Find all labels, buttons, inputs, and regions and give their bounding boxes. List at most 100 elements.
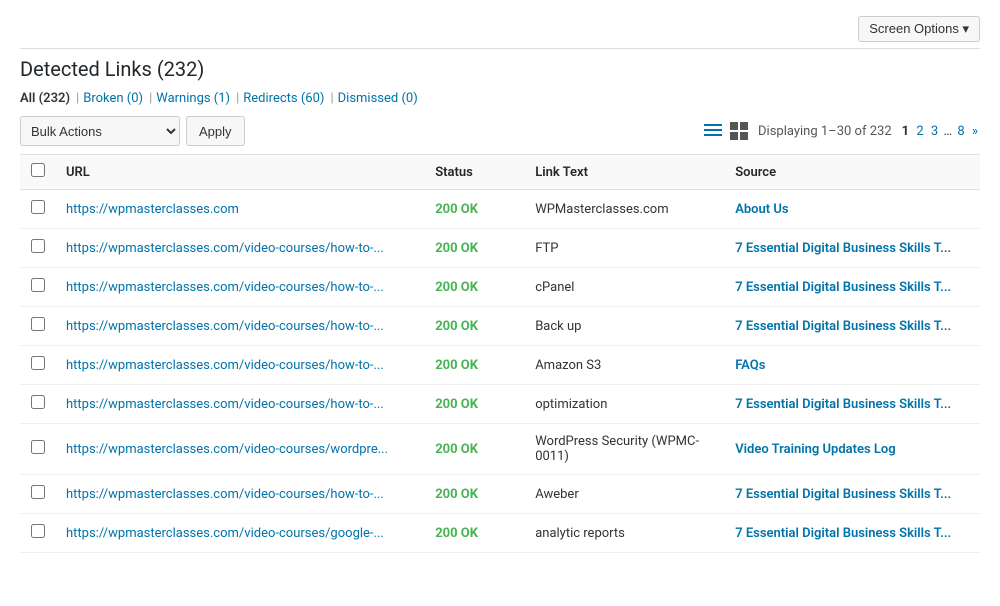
url-link[interactable]: https://wpmasterclasses.com/video-course… xyxy=(66,487,384,502)
grid-view-icon[interactable] xyxy=(728,120,750,142)
row-status-cell: 200 OK xyxy=(425,475,525,514)
row-source-cell: 7 Essential Digital Business Skills T... xyxy=(725,268,980,307)
status-badge: 200 OK xyxy=(435,526,478,541)
page-1-link[interactable]: 1 xyxy=(902,124,909,139)
row-checkbox[interactable] xyxy=(31,440,45,454)
row-checkbox[interactable] xyxy=(31,356,45,370)
row-url-cell: https://wpmasterclasses.com/video-course… xyxy=(56,307,425,346)
source-link[interactable]: 7 Essential Digital Business Skills T... xyxy=(735,526,951,541)
url-link[interactable]: https://wpmasterclasses.com/video-course… xyxy=(66,319,384,334)
source-link[interactable]: FAQs xyxy=(735,358,765,373)
url-link[interactable]: https://wpmasterclasses.com/video-course… xyxy=(66,442,388,457)
pagination-links: 1 2 3 … 8 » xyxy=(900,124,980,139)
source-link[interactable]: About Us xyxy=(735,202,788,217)
row-linktext-cell: Aweber xyxy=(525,475,725,514)
view-icons xyxy=(702,120,750,142)
source-link[interactable]: 7 Essential Digital Business Skills T... xyxy=(735,241,951,256)
bulk-actions-select[interactable]: Bulk Actions Dismiss xyxy=(20,116,180,146)
page-3-link[interactable]: 3 xyxy=(931,124,938,139)
row-url-cell: https://wpmasterclasses.com/video-course… xyxy=(56,346,425,385)
th-linktext: Link Text xyxy=(525,155,725,190)
row-source-cell: About Us xyxy=(725,190,980,229)
row-checkbox-cell xyxy=(20,475,56,514)
source-link[interactable]: 7 Essential Digital Business Skills T... xyxy=(735,397,951,412)
row-checkbox[interactable] xyxy=(31,317,45,331)
row-checkbox[interactable] xyxy=(31,395,45,409)
filter-links: All (232) | Broken (0) | Warnings (1) | … xyxy=(20,91,980,106)
url-link[interactable]: https://wpmasterclasses.com/video-course… xyxy=(66,526,384,541)
row-checkbox[interactable] xyxy=(31,278,45,292)
table-row: https://wpmasterclasses.com/video-course… xyxy=(20,424,980,475)
page-2-link[interactable]: 2 xyxy=(916,124,923,139)
row-source-cell: 7 Essential Digital Business Skills T... xyxy=(725,307,980,346)
row-url-cell: https://wpmasterclasses.com xyxy=(56,190,425,229)
status-badge: 200 OK xyxy=(435,202,478,217)
page-ellipsis: … xyxy=(943,124,952,139)
row-checkbox-cell xyxy=(20,385,56,424)
row-checkbox[interactable] xyxy=(31,524,45,538)
row-linktext-cell: Back up xyxy=(525,307,725,346)
select-all-checkbox[interactable] xyxy=(31,163,45,177)
links-table: URL Status Link Text Source https://wpma… xyxy=(20,154,980,553)
row-checkbox[interactable] xyxy=(31,200,45,214)
toolbar-right: Displaying 1–30 of 232 1 2 3 … 8 » xyxy=(702,120,980,142)
page-8-link[interactable]: 8 xyxy=(957,124,964,139)
row-checkbox-cell xyxy=(20,514,56,553)
row-url-cell: https://wpmasterclasses.com/video-course… xyxy=(56,385,425,424)
source-link[interactable]: 7 Essential Digital Business Skills T... xyxy=(735,319,951,334)
page-title: Detected Links (232) xyxy=(20,57,980,81)
filter-separator: | xyxy=(149,91,152,106)
row-source-cell: FAQs xyxy=(725,346,980,385)
table-row: https://wpmasterclasses.com/video-course… xyxy=(20,514,980,553)
row-url-cell: https://wpmasterclasses.com/video-course… xyxy=(56,514,425,553)
table-row: https://wpmasterclasses.com/video-course… xyxy=(20,229,980,268)
filter-separator: | xyxy=(76,91,79,106)
screen-options-button[interactable]: Screen Options ▾ xyxy=(858,16,980,42)
row-status-cell: 200 OK xyxy=(425,385,525,424)
apply-button[interactable]: Apply xyxy=(186,116,245,146)
list-view-icon[interactable] xyxy=(702,120,724,142)
row-linktext-cell: WordPress Security (WPMC-0011) xyxy=(525,424,725,475)
filter-separator: | xyxy=(236,91,239,106)
status-badge: 200 OK xyxy=(435,397,478,412)
filter-link-broken[interactable]: Broken (0) xyxy=(83,91,143,106)
status-badge: 200 OK xyxy=(435,358,478,373)
table-row: https://wpmasterclasses.com/video-course… xyxy=(20,385,980,424)
row-status-cell: 200 OK xyxy=(425,307,525,346)
table-row: https://wpmasterclasses.com/video-course… xyxy=(20,346,980,385)
status-badge: 200 OK xyxy=(435,241,478,256)
row-url-cell: https://wpmasterclasses.com/video-course… xyxy=(56,268,425,307)
filter-link-warnings[interactable]: Warnings (1) xyxy=(156,91,230,106)
row-status-cell: 200 OK xyxy=(425,229,525,268)
row-checkbox-cell xyxy=(20,424,56,475)
row-linktext-cell: FTP xyxy=(525,229,725,268)
row-source-cell: 7 Essential Digital Business Skills T... xyxy=(725,229,980,268)
toolbar: Bulk Actions Dismiss Apply xyxy=(20,116,980,146)
url-link[interactable]: https://wpmasterclasses.com/video-course… xyxy=(66,241,384,256)
row-status-cell: 200 OK xyxy=(425,514,525,553)
url-link[interactable]: https://wpmasterclasses.com xyxy=(66,202,239,217)
url-link[interactable]: https://wpmasterclasses.com/video-course… xyxy=(66,397,384,412)
url-link[interactable]: https://wpmasterclasses.com/video-course… xyxy=(66,358,384,373)
row-checkbox[interactable] xyxy=(31,239,45,253)
table-row: https://wpmasterclasses.com/video-course… xyxy=(20,268,980,307)
status-badge: 200 OK xyxy=(435,442,478,457)
page-next-link[interactable]: » xyxy=(972,124,978,139)
row-checkbox[interactable] xyxy=(31,485,45,499)
source-link[interactable]: Video Training Updates Log xyxy=(735,442,896,457)
row-checkbox-cell xyxy=(20,307,56,346)
row-status-cell: 200 OK xyxy=(425,346,525,385)
filter-link-all[interactable]: All (232) xyxy=(20,91,70,106)
row-url-cell: https://wpmasterclasses.com/video-course… xyxy=(56,475,425,514)
url-link[interactable]: https://wpmasterclasses.com/video-course… xyxy=(66,280,384,295)
row-checkbox-cell xyxy=(20,190,56,229)
source-link[interactable]: 7 Essential Digital Business Skills T... xyxy=(735,280,951,295)
toolbar-left: Bulk Actions Dismiss Apply xyxy=(20,116,245,146)
filter-link-dismissed[interactable]: Dismissed (0) xyxy=(338,91,418,106)
row-source-cell: 7 Essential Digital Business Skills T... xyxy=(725,385,980,424)
source-link[interactable]: 7 Essential Digital Business Skills T... xyxy=(735,487,951,502)
filter-link-redirects[interactable]: Redirects (60) xyxy=(243,91,324,106)
status-badge: 200 OK xyxy=(435,280,478,295)
row-source-cell: 7 Essential Digital Business Skills T... xyxy=(725,475,980,514)
row-status-cell: 200 OK xyxy=(425,190,525,229)
